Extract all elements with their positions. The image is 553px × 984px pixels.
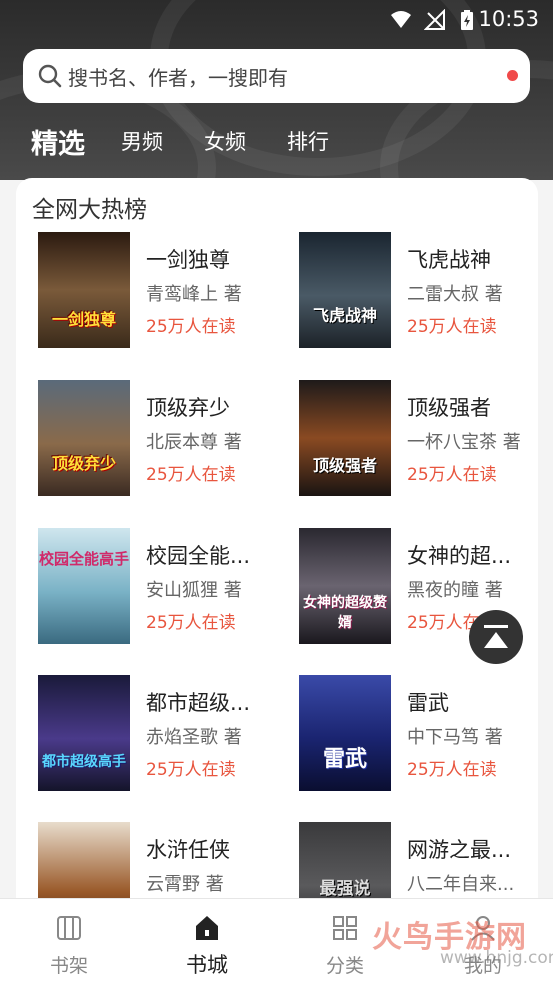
book-cover: 都市超级高手 [38, 675, 130, 791]
section-title: 全网大热榜 [32, 197, 147, 223]
book-readers: 25万人在读 [407, 465, 497, 485]
book-item[interactable]: 雷武 雷武 中下马笃 著 25万人在读 [293, 675, 538, 793]
book-title: 网游之最... [407, 838, 512, 862]
search-bar[interactable]: 搜书名、作者，一搜即有 [23, 49, 530, 103]
nav-bookstore[interactable]: 书城 [138, 899, 276, 984]
book-cover: 最强说 [299, 822, 391, 898]
status-time: 10:53 [478, 7, 539, 31]
book-title: 一剑独尊 [146, 248, 230, 272]
category-grid-icon [333, 916, 357, 940]
book-cover: 雷武 [299, 675, 391, 791]
watermark-url: www.hnjg.com [440, 948, 553, 968]
book-title: 飞虎战神 [407, 248, 491, 272]
book-readers: 25万人在读 [407, 317, 497, 337]
tab-female[interactable]: 女频 [204, 126, 246, 156]
book-title: 顶级强者 [407, 396, 491, 420]
book-cover [38, 822, 130, 898]
book-item[interactable]: 一剑独尊 一剑独尊 青鸾峰上 著 25万人在读 [32, 232, 277, 350]
book-readers: 25万人在读 [146, 465, 236, 485]
book-cover: 女神的超级赘婿 [299, 528, 391, 644]
book-cover: 校园全能高手 [38, 528, 130, 644]
hot-list-card: 全网大热榜 一剑独尊 一剑独尊 青鸾峰上 著 25万人在读 飞虎战神 飞虎战神 … [16, 178, 538, 898]
book-author: 青鸾峰上 著 [146, 284, 242, 305]
header: 10:53 搜书名、作者，一搜即有 精选 男频 女频 排行 [0, 0, 553, 180]
book-author: 赤焰圣歌 著 [146, 727, 242, 748]
tab-featured[interactable]: 精选 [31, 122, 85, 161]
book-author: 一杯八宝茶 著 [407, 432, 521, 453]
book-item[interactable]: 最强说 网游之最... 八二年自来... [293, 822, 538, 898]
book-title: 顶级弃少 [146, 396, 230, 420]
book-title: 都市超级... [146, 691, 251, 715]
nav-label: 书架 [49, 955, 88, 977]
book-readers: 25万人在读 [146, 317, 236, 337]
back-to-top-button[interactable] [469, 610, 523, 664]
book-author: 中下马笃 著 [407, 727, 503, 748]
nav-label: 书城 [186, 953, 228, 977]
book-readers: 25万人在读 [146, 760, 236, 780]
notification-dot [507, 70, 518, 81]
search-placeholder: 搜书名、作者，一搜即有 [68, 66, 288, 90]
bookshelf-icon [57, 916, 81, 940]
book-title: 校园全能... [146, 544, 251, 568]
book-item[interactable]: 飞虎战神 飞虎战神 二雷大叔 著 25万人在读 [293, 232, 538, 350]
arrow-up-icon [484, 625, 508, 648]
book-cover: 飞虎战神 [299, 232, 391, 348]
book-title: 水浒任侠 [146, 838, 230, 862]
book-author: 八二年自来... [407, 874, 515, 895]
book-author: 云霄野 著 [146, 874, 224, 895]
book-readers: 25万人在读 [146, 613, 236, 633]
battery-charging-icon [461, 10, 473, 30]
search-icon [38, 64, 62, 88]
book-item[interactable]: 都市超级高手 都市超级... 赤焰圣歌 著 25万人在读 [32, 675, 277, 793]
no-signal-icon [424, 9, 445, 30]
tab-male[interactable]: 男频 [121, 126, 163, 156]
book-author: 二雷大叔 著 [407, 284, 503, 305]
book-readers: 25万人在读 [407, 760, 497, 780]
book-title: 女神的超... [407, 544, 512, 568]
tab-ranking[interactable]: 排行 [287, 126, 329, 156]
book-cover: 一剑独尊 [38, 232, 130, 348]
book-author: 黑夜的瞳 著 [407, 580, 503, 601]
book-author: 安山狐狸 著 [146, 580, 242, 601]
book-title: 雷武 [407, 691, 449, 715]
book-cover: 顶级弃少 [38, 380, 130, 496]
home-icon [196, 916, 218, 940]
book-cover: 顶级强者 [299, 380, 391, 496]
category-tabs: 精选 男频 女频 排行 [0, 118, 553, 168]
book-item[interactable]: 校园全能高手 校园全能... 安山狐狸 著 25万人在读 [32, 528, 277, 646]
nav-bookshelf[interactable]: 书架 [0, 899, 138, 984]
book-item[interactable]: 水浒任侠 云霄野 著 [32, 822, 277, 898]
book-item[interactable]: 顶级弃少 顶级弃少 北辰本尊 著 25万人在读 [32, 380, 277, 498]
book-author: 北辰本尊 著 [146, 432, 242, 453]
wifi-icon [391, 11, 411, 28]
status-bar: 10:53 [0, 0, 553, 40]
book-item[interactable]: 顶级强者 顶级强者 一杯八宝茶 著 25万人在读 [293, 380, 538, 498]
